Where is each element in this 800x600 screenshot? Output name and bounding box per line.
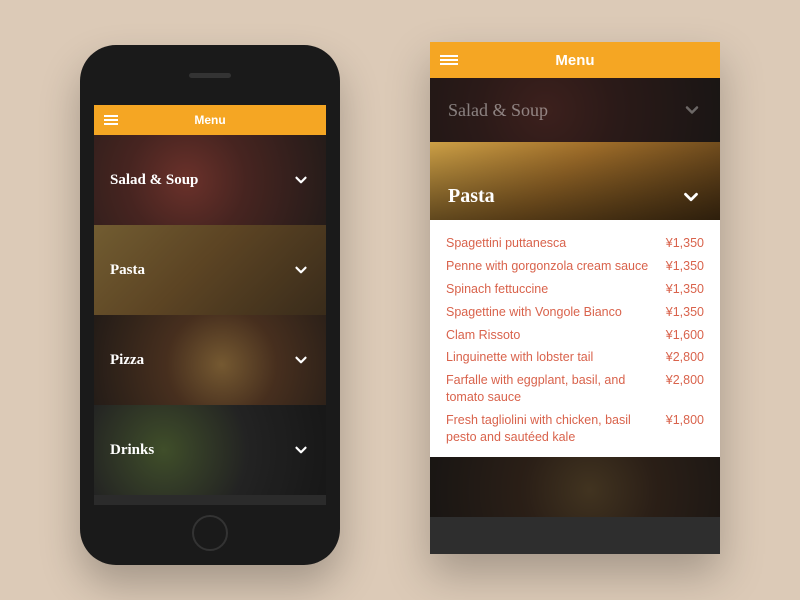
chevron-down-icon xyxy=(682,100,702,120)
header-title: Menu xyxy=(555,52,594,69)
menu-item-name: Spagettini puttanesca xyxy=(446,235,656,252)
category-pasta-expanded[interactable]: Pasta xyxy=(430,142,720,220)
category-label: Salad & Soup xyxy=(448,100,548,121)
menu-item-name: Spinach fettuccine xyxy=(446,281,656,298)
expanded-panel: Menu Salad & Soup Pasta Spagettini putta… xyxy=(430,42,720,554)
menu-item-price: ¥1,350 xyxy=(666,281,704,298)
category-label: Pizza xyxy=(110,352,144,369)
menu-item-price: ¥1,350 xyxy=(666,235,704,252)
category-pizza[interactable]: Pizza xyxy=(94,315,326,405)
home-button[interactable] xyxy=(192,515,228,551)
app-header: Menu xyxy=(94,105,326,135)
category-drinks[interactable]: Drinks xyxy=(94,405,326,495)
menu-item[interactable]: Spagettini puttanesca ¥1,350 xyxy=(446,232,704,255)
menu-item[interactable]: Spinach fettuccine ¥1,350 xyxy=(446,278,704,301)
category-salad-soup[interactable]: Salad & Soup xyxy=(94,135,326,225)
category-label: Pasta xyxy=(448,185,495,208)
chevron-down-icon xyxy=(292,261,310,279)
category-label: Drinks xyxy=(110,442,154,459)
category-salad-soup-collapsed[interactable]: Salad & Soup xyxy=(430,78,720,142)
phone-mock: Menu Salad & Soup Pasta Pizza Drink xyxy=(80,45,340,565)
chevron-down-icon xyxy=(680,186,702,208)
menu-item-name: Farfalle with eggplant, basil, and tomat… xyxy=(446,372,656,406)
menu-item-price: ¥2,800 xyxy=(666,349,704,366)
menu-item-price: ¥1,600 xyxy=(666,327,704,344)
phone-screen: Menu Salad & Soup Pasta Pizza Drink xyxy=(94,105,326,505)
menu-item[interactable]: Spagettine with Vongole Bianco ¥1,350 xyxy=(446,301,704,324)
category-label: Pasta xyxy=(110,262,145,279)
category-below-cropped xyxy=(430,457,720,517)
menu-item-name: Penne with gorgonzola cream sauce xyxy=(446,258,656,275)
hamburger-icon[interactable] xyxy=(104,115,118,125)
chevron-down-icon xyxy=(292,351,310,369)
app-header: Menu xyxy=(430,42,720,78)
menu-item[interactable]: Linguinette with lobster tail ¥2,800 xyxy=(446,346,704,369)
hamburger-icon[interactable] xyxy=(440,55,458,65)
menu-item-list: Spagettini puttanesca ¥1,350 Penne with … xyxy=(430,220,720,457)
menu-item[interactable]: Farfalle with eggplant, basil, and tomat… xyxy=(446,369,704,409)
header-title: Menu xyxy=(194,113,225,127)
menu-item[interactable]: Fresh tagliolini with chicken, basil pes… xyxy=(446,409,704,449)
menu-item-price: ¥2,800 xyxy=(666,372,704,389)
menu-item-name: Linguinette with lobster tail xyxy=(446,349,656,366)
category-label: Salad & Soup xyxy=(110,172,198,189)
menu-item-price: ¥1,800 xyxy=(666,412,704,429)
chevron-down-icon xyxy=(292,441,310,459)
menu-item-name: Clam Rissoto xyxy=(446,327,656,344)
menu-item-name: Fresh tagliolini with chicken, basil pes… xyxy=(446,412,656,446)
category-pasta[interactable]: Pasta xyxy=(94,225,326,315)
menu-item[interactable]: Penne with gorgonzola cream sauce ¥1,350 xyxy=(446,255,704,278)
chevron-down-icon xyxy=(292,171,310,189)
menu-item-name: Spagettine with Vongole Bianco xyxy=(446,304,656,321)
menu-item-price: ¥1,350 xyxy=(666,258,704,275)
menu-item[interactable]: Clam Rissoto ¥1,600 xyxy=(446,324,704,347)
menu-item-price: ¥1,350 xyxy=(666,304,704,321)
